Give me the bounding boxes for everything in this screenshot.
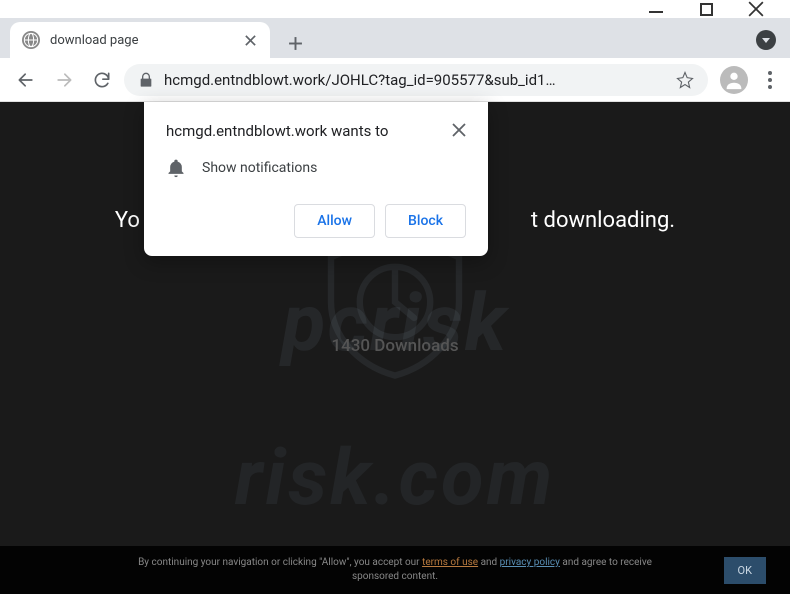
window-maximize-button[interactable] bbox=[698, 1, 714, 17]
forward-button[interactable] bbox=[48, 64, 80, 96]
globe-icon bbox=[22, 31, 40, 49]
browser-toolbar: hcmgd.entndblowt.work/JOHLC?tag_id=90557… bbox=[0, 58, 790, 102]
lock-icon bbox=[138, 72, 154, 88]
permission-title: hcmgd.entndblowt.work wants to bbox=[166, 122, 388, 140]
page-content: pcrisk risk.com Yo t downloading. 1430 D… bbox=[0, 102, 790, 594]
window-minimize-button[interactable] bbox=[648, 1, 664, 17]
banner-right-fragment: t downloading. bbox=[531, 208, 675, 233]
tab-search-button[interactable] bbox=[756, 30, 776, 50]
profile-avatar[interactable] bbox=[720, 66, 748, 94]
tab-strip: download page bbox=[0, 18, 790, 58]
cookie-ok-button[interactable]: OK bbox=[724, 557, 766, 584]
permission-close-button[interactable] bbox=[452, 122, 466, 136]
url-text: hcmgd.entndblowt.work/JOHLC?tag_id=90557… bbox=[164, 71, 666, 89]
window-titlebar bbox=[0, 0, 790, 18]
watermark-text-2: risk.com bbox=[235, 433, 556, 524]
terms-link[interactable]: terms of use bbox=[422, 557, 478, 568]
watermark-text-1: pcrisk bbox=[282, 276, 508, 370]
privacy-link[interactable]: privacy policy bbox=[500, 557, 560, 568]
address-bar[interactable]: hcmgd.entndblowt.work/JOHLC?tag_id=90557… bbox=[124, 64, 708, 96]
tab-close-button[interactable] bbox=[242, 32, 258, 48]
cookie-consent-bar: By continuing your navigation or clickin… bbox=[0, 546, 790, 594]
permission-label: Show notifications bbox=[202, 160, 317, 176]
notification-permission-dialog: hcmgd.entndblowt.work wants to Show noti… bbox=[144, 102, 488, 256]
reload-button[interactable] bbox=[86, 64, 118, 96]
downloads-count: 1430 Downloads bbox=[0, 336, 790, 356]
allow-button[interactable]: Allow bbox=[294, 204, 375, 238]
banner-left-fragment: Yo bbox=[115, 208, 140, 233]
window-close-button[interactable] bbox=[748, 1, 764, 17]
block-button[interactable]: Block bbox=[385, 204, 466, 238]
bookmark-star-icon[interactable] bbox=[676, 71, 694, 89]
browser-menu-button[interactable] bbox=[760, 71, 780, 89]
browser-tab[interactable]: download page bbox=[10, 22, 270, 58]
tab-title: download page bbox=[50, 33, 232, 48]
new-tab-button[interactable] bbox=[280, 28, 310, 58]
back-button[interactable] bbox=[10, 64, 42, 96]
cookie-text: By continuing your navigation or clickin… bbox=[115, 556, 675, 584]
bell-icon bbox=[166, 158, 186, 178]
